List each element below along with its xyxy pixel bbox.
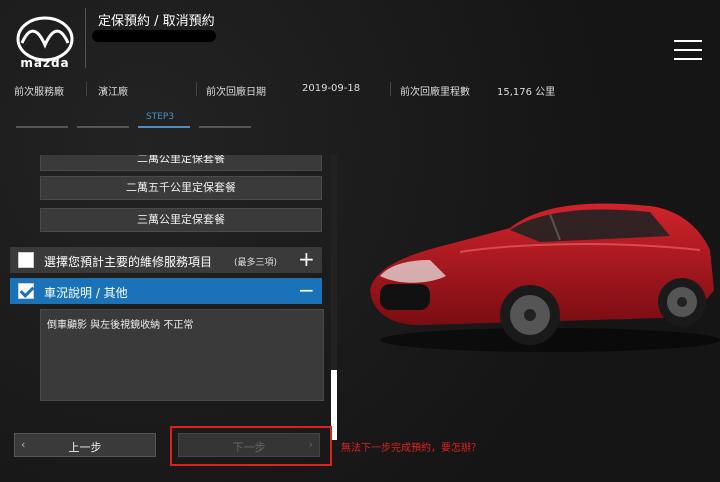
car-image [370,203,720,352]
service-info-bar: 前次服務廠 濱江廠 前次回廠日期 2019-09-18 前次回廠里程數 15,1… [0,80,720,100]
help-link[interactable]: 無法下一步完成預約，要怎辦？ [341,439,481,454]
prev-button-label: 上一步 [68,441,102,454]
step-3-label: STEP3 [146,112,175,122]
condition-label: 車況說明 / 其他 [44,286,128,300]
redaction-mark [92,30,216,42]
step-4-indicator [199,126,251,128]
condition-section[interactable]: 車況說明 / 其他 − [10,278,322,304]
brand-wordmark: mazda [20,56,70,70]
info-divider [390,82,391,96]
mileage-value: 15,176 公里 [497,87,556,98]
prev-step-button[interactable]: ‹ 上一步 [14,433,156,457]
maintenance-label: 選擇您預計主要的維修服務項目 [44,255,213,269]
minus-icon[interactable]: − [298,279,315,301]
service-center-label: 前次服務廠 [14,87,64,98]
step-1-indicator [16,126,68,128]
page-title: 定保預約 / 取消預約 [98,14,215,29]
condition-textarea[interactable]: 倒車顯影 與左後視鏡收納 不正常 [40,309,324,401]
hamburger-menu-icon[interactable] [672,38,704,62]
mileage-label: 前次回廠里程數 [400,87,470,98]
maintenance-note: (最多三項) [234,258,278,268]
service-center-value: 濱江廠 [98,87,128,98]
step-progress: STEP3 [0,108,260,132]
maintenance-items-section[interactable]: 選擇您預計主要的維修服務項目 (最多三項) + [10,247,322,273]
scrollbar-track[interactable] [331,155,337,405]
last-visit-value: 2019-09-18 [302,83,361,94]
step-2-indicator [77,126,129,128]
package-option[interactable]: 二萬公里定保套餐 [40,155,322,171]
step-3-indicator [138,126,190,128]
info-divider [86,82,87,96]
condition-checkbox[interactable] [18,283,34,299]
options-panel[interactable]: 二萬公里定保套餐 二萬五千公里定保套餐 三萬公里定保套餐 選擇您預計主要的維修服… [10,155,328,405]
package-option[interactable]: 三萬公里定保套餐 [40,208,322,232]
highlight-box [170,426,332,466]
info-divider [196,82,197,96]
plus-icon[interactable]: + [298,248,315,270]
package-option[interactable]: 二萬五千公里定保套餐 [40,176,322,200]
header-divider [85,8,86,68]
maintenance-checkbox[interactable] [18,252,34,268]
last-visit-label: 前次回廠日期 [206,87,266,98]
header: mazda 定保預約 / 取消預約 ARC - 0051 [0,0,720,78]
